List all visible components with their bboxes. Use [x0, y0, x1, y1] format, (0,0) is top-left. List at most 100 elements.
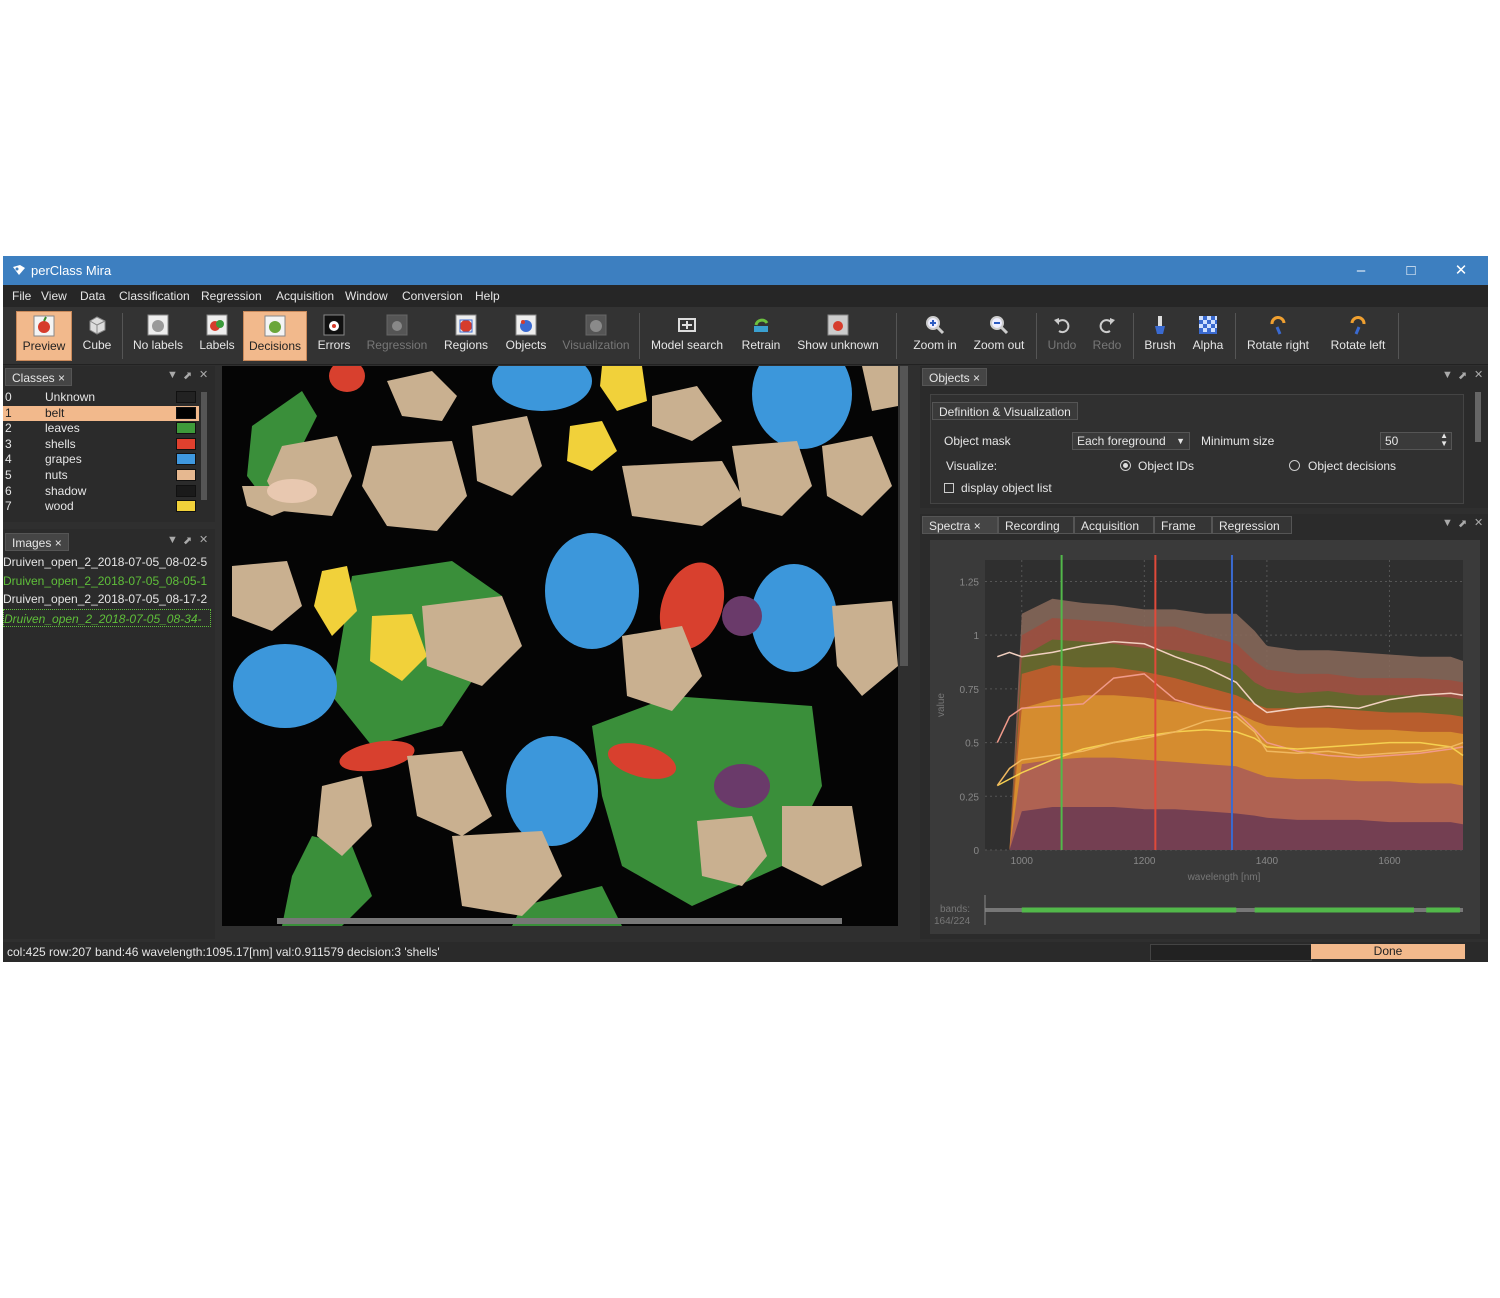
redo-button[interactable]: Redo [1088, 311, 1126, 361]
image-list-item[interactable]: Druiven_open_2_2018-07-05_08-05-1 [3, 572, 211, 590]
brush-button[interactable]: Brush [1140, 311, 1180, 361]
labels-button[interactable]: Labels [196, 311, 238, 361]
spectra-plot-area: 0 0.25 0.5 0.75 1 1.25 1000 1200 1400 1600 value wa… [930, 540, 1480, 934]
class-row-shadow[interactable]: 6 shadow [3, 484, 199, 499]
close-button[interactable]: ✕ [1438, 256, 1484, 285]
viewer-vertical-scrollbar[interactable] [900, 366, 908, 666]
class-color-swatch[interactable] [176, 437, 196, 450]
class-row-nuts[interactable]: 5 nuts [3, 468, 199, 483]
spectra-chart[interactable]: 0 0.25 0.5 0.75 1 1.25 1000 1200 1400 1600 value wa… [930, 540, 1480, 934]
scrollbar[interactable] [201, 392, 207, 500]
retrain-button[interactable]: Retrain [736, 311, 786, 361]
close-panel-icon[interactable]: ✕ [1474, 368, 1483, 381]
class-id: 6 [5, 483, 12, 498]
close-panel-icon[interactable]: ✕ [1474, 516, 1483, 529]
undock-icon[interactable]: ⬈ [183, 369, 192, 382]
class-color-swatch[interactable] [176, 453, 196, 466]
minimum-size-stepper[interactable]: 50 ▲ ▼ [1380, 432, 1452, 450]
tab-frame[interactable]: Frame [1154, 516, 1212, 534]
close-panel-icon[interactable]: ✕ [199, 533, 208, 546]
rotate-right-button[interactable]: Rotate right [1241, 311, 1315, 361]
undock-icon[interactable]: ⬈ [183, 534, 192, 547]
image-list-item[interactable]: Druiven_open_2_2018-07-05_08-02-5 [3, 553, 211, 571]
show-unknown-button[interactable]: Show unknown [794, 311, 882, 361]
undock-icon[interactable]: ⬈ [1458, 369, 1467, 382]
visualization-button[interactable]: Visualization [560, 311, 632, 361]
no-labels-button[interactable]: No labels [129, 311, 187, 361]
rotate-right-icon [1270, 316, 1286, 335]
class-color-swatch[interactable] [176, 391, 196, 403]
tab-classes[interactable]: Classes × [5, 368, 73, 386]
image-list-item[interactable]: Druiven_open_2_2018-07-05_08-34- [3, 608, 211, 627]
zoom-in-button[interactable]: Zoom in [906, 311, 964, 361]
menu-file[interactable]: File [12, 289, 31, 303]
tab-images[interactable]: Images × [5, 533, 69, 551]
cube-button[interactable]: Cube [78, 311, 116, 361]
menu-help[interactable]: Help [475, 289, 500, 303]
tab-objects[interactable]: Objects × [922, 368, 988, 386]
chevron-down-icon[interactable]: ▼ [1442, 517, 1453, 529]
tab-recording[interactable]: Recording [998, 516, 1074, 534]
close-icon[interactable]: × [974, 519, 981, 533]
scrollbar[interactable] [1475, 392, 1481, 442]
chevron-down-icon[interactable]: ▼ [167, 534, 178, 546]
objects-button[interactable]: Objects [500, 311, 552, 361]
object-mask-select[interactable]: Each foreground ▼ [1072, 432, 1190, 450]
class-row-leaves[interactable]: 2 leaves [3, 421, 199, 436]
menu-data[interactable]: Data [80, 289, 105, 303]
menu-classification[interactable]: Classification [119, 289, 190, 303]
horizontal-scrollbar[interactable] [277, 918, 842, 924]
class-color-swatch[interactable] [176, 422, 196, 435]
class-row-wood[interactable]: 7 wood [3, 499, 199, 514]
zoom-out-button[interactable]: Zoom out [968, 311, 1030, 361]
maximize-button[interactable]: □ [1388, 256, 1434, 285]
class-color-swatch[interactable] [176, 406, 196, 419]
alpha-button[interactable]: Alpha [1186, 311, 1230, 361]
decisions-button[interactable]: Decisions [243, 311, 307, 361]
chevron-down-icon[interactable]: ▼ [167, 369, 178, 381]
chevron-down-icon[interactable]: ▼ [1442, 369, 1453, 381]
class-color-swatch[interactable] [176, 469, 196, 481]
close-icon[interactable]: × [973, 371, 980, 385]
menu-regression[interactable]: Regression [201, 289, 262, 303]
undock-icon[interactable]: ⬈ [1458, 517, 1467, 530]
rotate-left-button[interactable]: Rotate left [1323, 311, 1393, 361]
undo-icon [1054, 318, 1070, 334]
menu-conversion[interactable]: Conversion [402, 289, 463, 303]
display-object-list-checkbox[interactable] [944, 483, 954, 493]
class-name: nuts [45, 468, 68, 482]
model-search-button[interactable]: Model search [646, 311, 728, 361]
minimize-button[interactable]: – [1338, 256, 1384, 285]
class-color-swatch[interactable] [176, 484, 196, 497]
image-viewer[interactable] [222, 366, 898, 926]
undo-button[interactable]: Undo [1043, 311, 1081, 361]
tab-regression[interactable]: Regression [1212, 516, 1292, 534]
regression-button[interactable]: Regression [362, 311, 432, 361]
tab-spectra[interactable]: Spectra × [922, 516, 998, 534]
regions-button[interactable]: Regions [440, 311, 492, 361]
image-list-item[interactable]: Druiven_open_2_2018-07-05_08-17-2 [3, 590, 211, 608]
class-row-shells[interactable]: 3 shells [3, 437, 199, 452]
object-ids-radio[interactable] [1120, 460, 1131, 471]
class-color-swatch[interactable] [176, 500, 196, 513]
class-row-grapes[interactable]: 4 grapes [3, 452, 199, 467]
tab-definition-visualization[interactable]: Definition & Visualization [932, 402, 1078, 420]
preview-button[interactable]: Preview [16, 311, 72, 361]
title-bar: perClass Mira – □ ✕ [3, 256, 1488, 285]
close-panel-icon[interactable]: ✕ [199, 368, 208, 381]
menu-acquisition[interactable]: Acquisition [276, 289, 334, 303]
class-id: 7 [5, 499, 12, 514]
preview-icon [33, 315, 55, 337]
tab-acquisition[interactable]: Acquisition [1074, 516, 1154, 534]
close-icon[interactable]: × [55, 536, 62, 550]
close-icon[interactable]: × [58, 371, 65, 385]
toolbar-separator [896, 313, 897, 359]
menu-view[interactable]: View [41, 289, 67, 303]
display-object-list-label: display object list [961, 481, 1052, 495]
menu-window[interactable]: Window [345, 289, 388, 303]
y-tick-label: 0.75 [960, 685, 980, 696]
class-row-belt[interactable]: 1 belt [3, 405, 199, 421]
object-decisions-radio[interactable] [1289, 460, 1300, 471]
class-row-unknown[interactable]: 0 Unknown [3, 390, 199, 405]
errors-button[interactable]: Errors [314, 311, 354, 361]
